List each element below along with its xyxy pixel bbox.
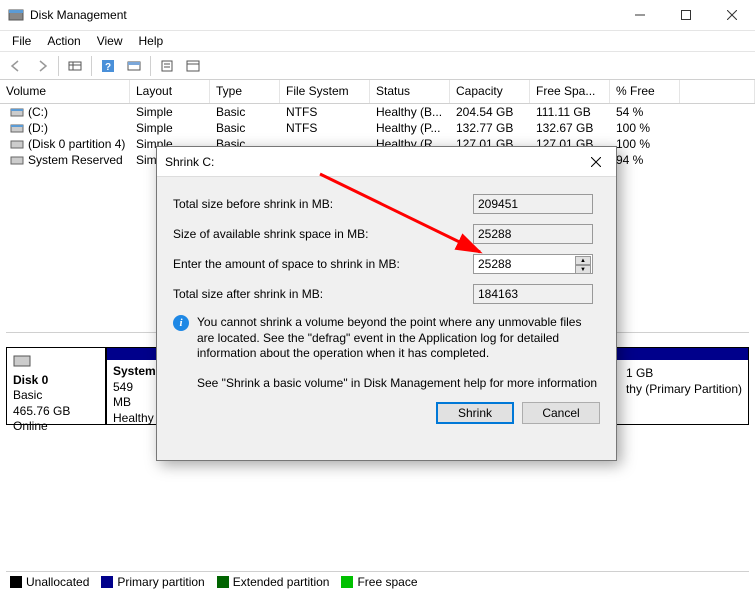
maximize-button[interactable] <box>663 0 709 30</box>
toolbar-icon[interactable] <box>122 55 146 77</box>
drive-icon <box>10 137 24 151</box>
drive-icon <box>10 105 24 119</box>
toolbar-icon[interactable] <box>155 55 179 77</box>
back-button[interactable] <box>4 55 28 77</box>
legend-label: Primary partition <box>117 575 204 589</box>
cell-layout: Simple <box>130 105 210 119</box>
close-icon <box>591 157 601 167</box>
toolbar-icon[interactable] <box>181 55 205 77</box>
col-pctfree[interactable]: % Free <box>610 80 680 103</box>
menubar: File Action View Help <box>0 31 755 52</box>
partition-size: 549 MB <box>113 380 133 410</box>
col-capacity[interactable]: Capacity <box>450 80 530 103</box>
col-type[interactable]: Type <box>210 80 280 103</box>
dialog-title: Shrink C: <box>165 155 576 169</box>
cell-type: Basic <box>210 121 280 135</box>
disk-icon <box>13 354 31 368</box>
cell-pct: 100 % <box>610 121 680 135</box>
cell-volume: (D:) <box>28 121 48 135</box>
col-filesystem[interactable]: File System <box>280 80 370 103</box>
cell-capacity: 204.54 GB <box>450 105 530 119</box>
legend-swatch-unallocated <box>10 576 22 588</box>
svg-text:?: ? <box>105 62 111 73</box>
info-icon: i <box>173 315 189 331</box>
cell-pct: 100 % <box>610 137 680 151</box>
cell-volume: System Reserved <box>28 153 123 167</box>
disk-size: 465.76 GB <box>13 404 70 418</box>
table-row[interactable]: (D:) Simple Basic NTFS Healthy (P... 132… <box>0 120 755 136</box>
disk-label[interactable]: Disk 0 Basic 465.76 GB Online <box>6 347 106 425</box>
col-layout[interactable]: Layout <box>130 80 210 103</box>
legend-label: Free space <box>357 575 417 589</box>
value-total-before: 209451 <box>473 194 593 214</box>
drive-icon <box>10 121 24 135</box>
disk-status: Online <box>13 419 48 433</box>
help-icon[interactable]: ? <box>96 55 120 77</box>
legend-label: Extended partition <box>233 575 330 589</box>
partition-name: System <box>113 364 156 378</box>
label-total-after: Total size after shrink in MB: <box>173 287 473 301</box>
info-text-2: See "Shrink a basic volume" in Disk Mana… <box>197 376 597 390</box>
legend-swatch-extended <box>217 576 229 588</box>
menu-help[interactable]: Help <box>131 32 172 50</box>
spin-up-button[interactable]: ▲ <box>575 256 591 265</box>
volume-list-header: Volume Layout Type File System Status Ca… <box>0 80 755 104</box>
col-blank <box>680 80 755 103</box>
cell-type: Basic <box>210 105 280 119</box>
disk-name: Disk 0 <box>13 373 48 387</box>
legend-label: Unallocated <box>26 575 89 589</box>
cell-fs: NTFS <box>280 105 370 119</box>
window-title: Disk Management <box>30 8 617 22</box>
col-status[interactable]: Status <box>370 80 450 103</box>
cell-volume: (Disk 0 partition 4) <box>28 137 125 151</box>
close-button[interactable] <box>709 0 755 30</box>
label-available: Size of available shrink space in MB: <box>173 227 473 241</box>
cell-free: 132.67 GB <box>530 121 610 135</box>
dialog-close-button[interactable] <box>576 154 616 170</box>
titlebar: Disk Management <box>0 0 755 31</box>
cell-pct: 94 % <box>610 153 680 167</box>
cell-capacity: 132.77 GB <box>450 121 530 135</box>
disk-type: Basic <box>13 388 42 402</box>
app-icon <box>8 7 24 23</box>
legend: Unallocated Primary partition Extended p… <box>6 571 749 591</box>
partition[interactable]: System 549 MB Healthy <box>106 347 160 425</box>
value-total-after: 184163 <box>473 284 593 304</box>
menu-file[interactable]: File <box>4 32 39 50</box>
cell-volume: (C:) <box>28 105 48 119</box>
cell-pct: 54 % <box>610 105 680 119</box>
cell-fs: NTFS <box>280 121 370 135</box>
minimize-button[interactable] <box>617 0 663 30</box>
table-row[interactable]: (C:) Simple Basic NTFS Healthy (B... 204… <box>0 104 755 120</box>
menu-action[interactable]: Action <box>39 32 88 50</box>
partition-status: thy (Primary Partition) <box>626 382 742 396</box>
toolbar: ? <box>0 52 755 80</box>
drive-icon <box>10 153 24 167</box>
label-shrink-amount: Enter the amount of space to shrink in M… <box>173 257 473 271</box>
value-available: 25288 <box>473 224 593 244</box>
menu-view[interactable]: View <box>89 32 131 50</box>
cell-status: Healthy (P... <box>370 121 450 135</box>
forward-button[interactable] <box>30 55 54 77</box>
label-total-before: Total size before shrink in MB: <box>173 197 473 211</box>
cell-layout: Simple <box>130 121 210 135</box>
input-shrink-amount[interactable]: 25288 ▲ ▼ <box>473 254 593 274</box>
cell-free: 111.11 GB <box>530 105 610 119</box>
cell-status: Healthy (B... <box>370 105 450 119</box>
legend-swatch-free <box>341 576 353 588</box>
partition-status: Healthy <box>113 411 154 425</box>
shrink-button[interactable]: Shrink <box>436 402 514 424</box>
col-volume[interactable]: Volume <box>0 80 130 103</box>
col-freespace[interactable]: Free Spa... <box>530 80 610 103</box>
cancel-button[interactable]: Cancel <box>522 402 600 424</box>
toolbar-icon[interactable] <box>63 55 87 77</box>
shrink-dialog: Shrink C: Total size before shrink in MB… <box>156 146 617 461</box>
legend-swatch-primary <box>101 576 113 588</box>
partition-size: 1 GB <box>626 366 653 380</box>
spin-down-button[interactable]: ▼ <box>575 265 591 274</box>
info-text: You cannot shrink a volume beyond the po… <box>197 315 600 362</box>
